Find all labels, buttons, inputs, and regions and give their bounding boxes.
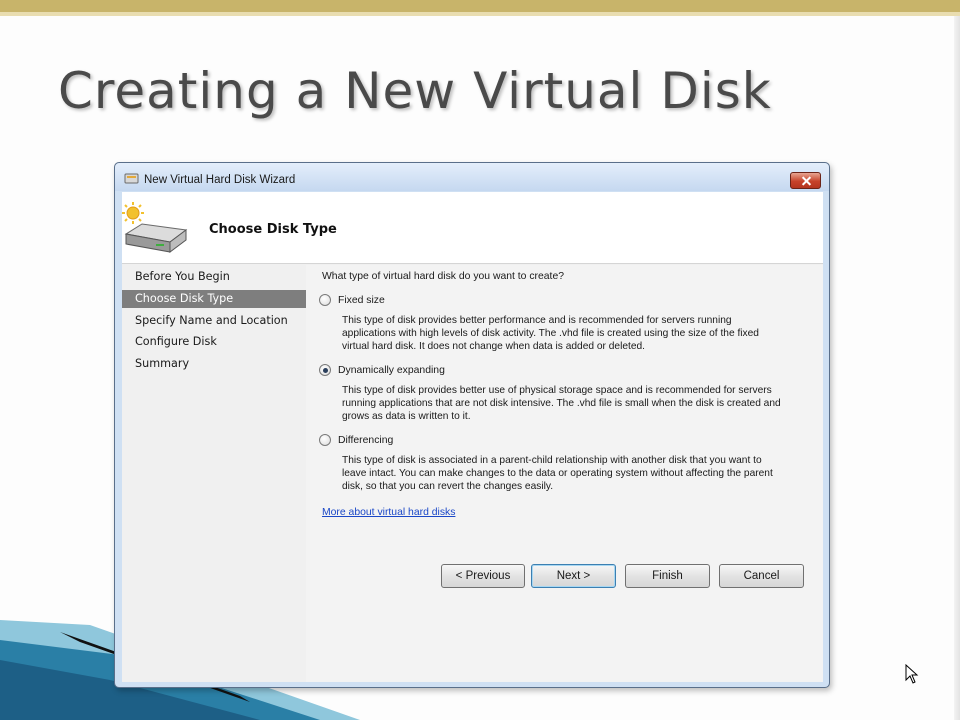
slide-top-band: [0, 0, 960, 12]
differencing-label[interactable]: Differencing: [338, 435, 393, 446]
differencing-radio[interactable]: [319, 434, 331, 446]
wizard-window-icon: [124, 173, 139, 184]
slide-right-edge: [954, 16, 960, 720]
next-button[interactable]: Next >: [531, 564, 616, 588]
dialog-title: New Virtual Hard Disk Wizard: [144, 174, 296, 186]
description-line: virtual hard disk. It does not change wh…: [342, 341, 645, 352]
previous-button[interactable]: < Previous: [441, 564, 525, 588]
wizard-header: Choose Disk Type: [122, 192, 823, 264]
fixed-size-label[interactable]: Fixed size: [338, 295, 385, 306]
slide-title: Creating a New Virtual Disk: [58, 62, 772, 120]
step-choose-disk-type[interactable]: Choose Disk Type: [122, 290, 306, 308]
step-specify-name-and-location[interactable]: Specify Name and Location: [122, 312, 306, 330]
step-summary[interactable]: Summary: [122, 355, 306, 373]
description-line: running applications that are not disk i…: [342, 398, 781, 409]
description-line: leave intact. You can make changes to th…: [342, 468, 773, 479]
presentation-slide: Creating a New Virtual Disk New Virtual …: [0, 0, 960, 720]
dynamically-expanding-label[interactable]: Dynamically expanding: [338, 365, 445, 376]
dialog-titlebar[interactable]: New Virtual Hard Disk Wizard: [115, 163, 829, 191]
differencing-description: This type of disk is associated in a par…: [342, 454, 812, 493]
description-line: applications with high levels of disk ac…: [342, 328, 759, 339]
mouse-pointer-icon: [905, 664, 919, 684]
description-line: This type of disk provides better use of…: [342, 385, 772, 396]
fixed-size-radio[interactable]: [319, 294, 331, 306]
description-line: grows as data is written to it.: [342, 411, 471, 422]
close-button[interactable]: [790, 172, 821, 189]
wizard-dialog: New Virtual Hard Disk Wizard Choose Disk…: [114, 162, 830, 688]
dialog-client-area: Choose Disk Type Before You Begin Choose…: [122, 192, 823, 682]
cancel-button[interactable]: Cancel: [719, 564, 804, 588]
dynamically-expanding-radio[interactable]: [319, 364, 331, 376]
description-line: disk, so that you can revert the changes…: [342, 481, 554, 492]
hard-disk-wizard-icon: [122, 202, 188, 253]
more-about-vhd-link[interactable]: More about virtual hard disks: [322, 507, 455, 518]
question-text: What type of virtual hard disk do you wa…: [322, 271, 564, 282]
finish-button[interactable]: Finish: [625, 564, 710, 588]
description-line: This type of disk provides better perfor…: [342, 315, 732, 326]
wizard-steps-nav: Before You Begin Choose Disk Type Specif…: [122, 265, 306, 682]
fixed-size-description: This type of disk provides better perfor…: [342, 314, 812, 353]
step-before-you-begin[interactable]: Before You Begin: [122, 268, 306, 286]
step-configure-disk[interactable]: Configure Disk: [122, 333, 306, 351]
page-title: Choose Disk Type: [209, 222, 337, 237]
dynamically-expanding-description: This type of disk provides better use of…: [342, 384, 812, 423]
description-line: This type of disk is associated in a par…: [342, 455, 762, 466]
wizard-content: What type of virtual hard disk do you wa…: [306, 265, 823, 682]
slide-top-band-inner: [0, 12, 960, 16]
